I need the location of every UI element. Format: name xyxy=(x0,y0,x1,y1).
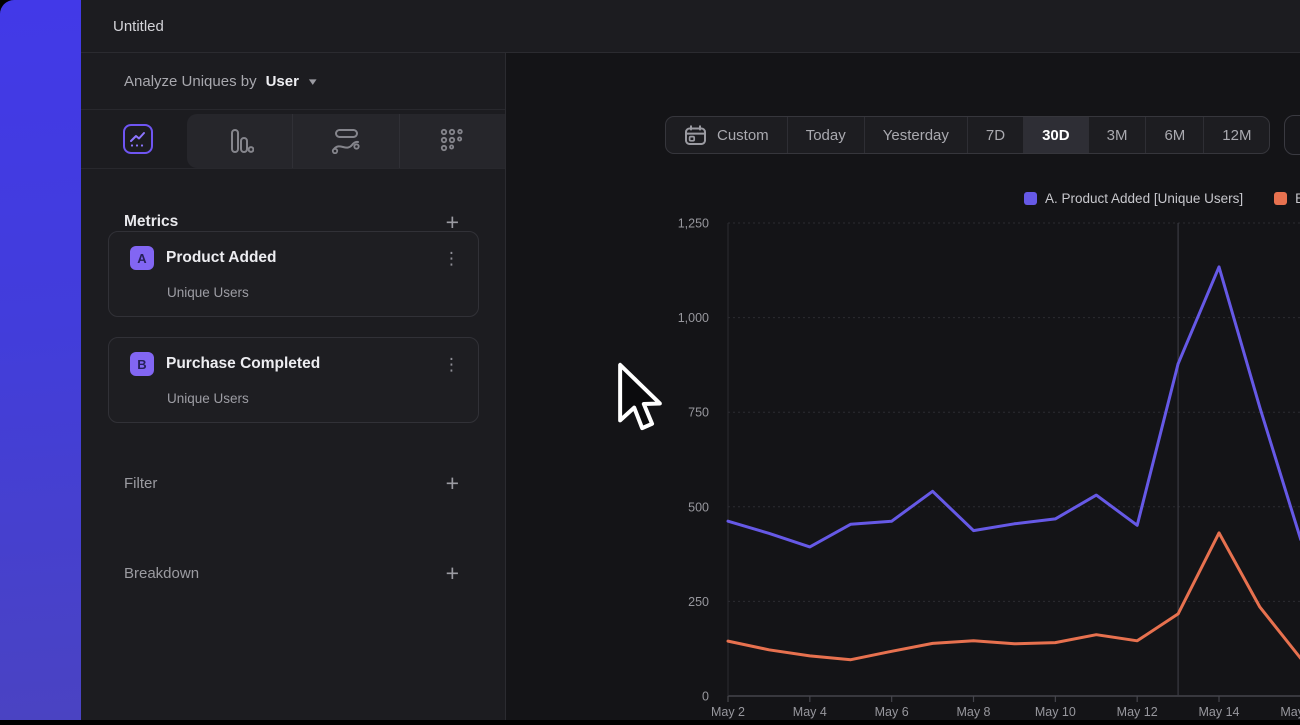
x-tick-label: May 12 xyxy=(1117,705,1158,719)
x-tick-label: May 8 xyxy=(956,705,990,719)
retention-grid-icon xyxy=(439,128,465,154)
breakdown-section: Breakdown + xyxy=(81,563,505,583)
metric-measure[interactable]: Unique Users xyxy=(167,285,249,300)
filter-title: Filter xyxy=(124,475,157,492)
workspace-accent-strip xyxy=(0,0,81,720)
line-chart-svg: 0 250 500 750 1,000 1,250 May 2 May 4 May 6 May 8… xyxy=(587,53,1300,720)
metric-card-b[interactable]: B Purchase Completed Unique Users ⋮ xyxy=(108,337,479,423)
filter-section: Filter + xyxy=(81,473,505,493)
chart-type-tabs xyxy=(81,110,505,169)
top-bar: Untitled xyxy=(81,0,1300,53)
tab-retention-grid[interactable] xyxy=(399,114,505,168)
series-line-a xyxy=(728,267,1300,547)
metric-card-a[interactable]: A Product Added Unique Users ⋮ xyxy=(108,231,479,317)
x-tick-label: May 4 xyxy=(793,705,827,719)
mouse-cursor xyxy=(616,361,664,435)
query-sidebar: Analyze Uniques by User ▾ xyxy=(81,53,506,720)
chevron-down-icon[interactable]: ▾ xyxy=(309,75,317,88)
y-tick-label: 1,250 xyxy=(678,217,709,231)
x-tick-label: May 14 xyxy=(1199,705,1240,719)
bar-chart-icon xyxy=(226,128,254,154)
analyze-by-value[interactable]: User xyxy=(266,73,299,90)
breakdown-title: Breakdown xyxy=(124,565,199,582)
analyze-by-row: Analyze Uniques by User ▾ xyxy=(81,53,505,110)
analyze-by-label: Analyze Uniques by xyxy=(124,73,257,90)
tab-flow[interactable] xyxy=(292,114,398,168)
y-tick-label: 750 xyxy=(688,406,709,420)
metrics-header: Metrics + xyxy=(81,213,505,231)
metric-name: Product Added xyxy=(166,249,277,267)
report-title[interactable]: Untitled xyxy=(113,18,164,35)
add-breakdown-button[interactable]: + xyxy=(446,564,459,582)
y-tick-label: 250 xyxy=(688,595,709,609)
chart-type-tab-group xyxy=(187,114,505,168)
add-filter-button[interactable]: + xyxy=(446,474,459,492)
series-line-b xyxy=(728,533,1300,660)
kebab-menu-icon[interactable]: ⋮ xyxy=(443,250,460,267)
flow-icon xyxy=(331,128,361,154)
tab-bar-chart[interactable] xyxy=(187,114,292,168)
metric-measure[interactable]: Unique Users xyxy=(167,391,249,406)
y-tick-label: 0 xyxy=(702,690,709,704)
x-tick-label: May 2 xyxy=(711,705,745,719)
line-chart[interactable]: 0 250 500 750 1,000 1,250 May 2 May 4 May 6 May 8… xyxy=(587,53,1300,725)
x-tick-label: May 10 xyxy=(1035,705,1076,719)
kebab-menu-icon[interactable]: ⋮ xyxy=(443,356,460,373)
metric-name: Purchase Completed xyxy=(166,355,320,373)
y-tick-label: 500 xyxy=(688,500,709,514)
add-metric-button[interactable]: + xyxy=(446,213,459,231)
x-tick-label: May 6 xyxy=(875,705,909,719)
metric-badge-a: A xyxy=(130,246,154,270)
chart-panel: CustomTodayYesterday7D30D3M6M12M Compare… xyxy=(587,53,1300,720)
metrics-title: Metrics xyxy=(124,213,178,231)
line-chart-icon xyxy=(128,129,148,149)
x-tick-label: May 16 xyxy=(1280,705,1300,719)
app-window: Untitled Analyze Uniques by User ▾ xyxy=(81,0,1300,720)
metric-badge-b: B xyxy=(130,352,154,376)
tab-line-chart[interactable] xyxy=(123,124,153,154)
y-tick-label: 1,000 xyxy=(678,311,709,325)
